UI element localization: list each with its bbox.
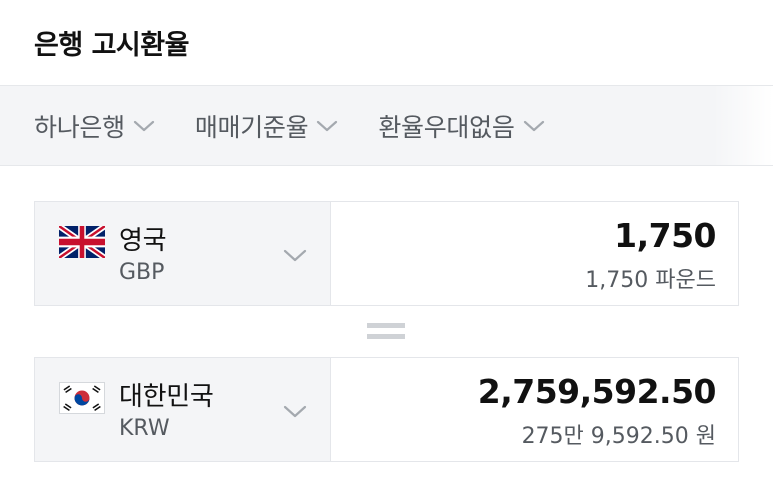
to-amount-value: 2,759,592.50 — [477, 372, 717, 411]
from-amount-text: 1,750 파운드 — [585, 268, 716, 293]
korea-flag-icon — [59, 382, 105, 414]
to-amount-text: 275만 9,592.50 원 — [521, 424, 716, 449]
chevron-down-icon — [317, 120, 338, 131]
page-header: 은행 고시환율 — [0, 0, 773, 86]
bank-select-label: 하나은행 — [34, 112, 125, 142]
chevron-down-icon — [133, 120, 154, 131]
to-country-name: 대한민국 — [119, 382, 214, 412]
to-currency-code: KRW — [119, 416, 170, 441]
chevron-down-icon — [523, 120, 544, 131]
uk-flag-icon — [59, 226, 105, 258]
from-currency-code: GBP — [119, 260, 165, 285]
chevron-down-icon — [283, 405, 307, 418]
to-currency-card: 대한민국 KRW 2,759,592.50 275만 9,592.50 원 — [34, 357, 739, 462]
rate-type-select-label: 매매기준율 — [194, 112, 309, 142]
from-currency-card: 영국 GBP 1,750 1,750 파운드 — [34, 201, 739, 306]
discount-select[interactable]: 환율우대없음 — [378, 108, 544, 144]
discount-select-label: 환율우대없음 — [378, 112, 515, 142]
filter-bar: 하나은행 매매기준율 환율우대없음 — [0, 86, 773, 166]
chevron-down-icon — [283, 249, 307, 262]
equals-icon — [367, 323, 405, 341]
from-amount-value: 1,750 — [614, 216, 716, 255]
page-title: 은행 고시환율 — [34, 30, 189, 61]
to-currency-select[interactable]: 대한민국 KRW — [35, 358, 331, 461]
rate-type-select[interactable]: 매매기준율 — [195, 108, 339, 144]
from-currency-select[interactable]: 영국 GBP — [35, 202, 331, 305]
to-amount-display[interactable]: 2,759,592.50 275만 9,592.50 원 — [331, 358, 738, 461]
bank-select[interactable]: 하나은행 — [34, 108, 155, 144]
from-country-name: 영국 — [119, 226, 167, 256]
from-amount-input[interactable]: 1,750 1,750 파운드 — [331, 202, 738, 305]
